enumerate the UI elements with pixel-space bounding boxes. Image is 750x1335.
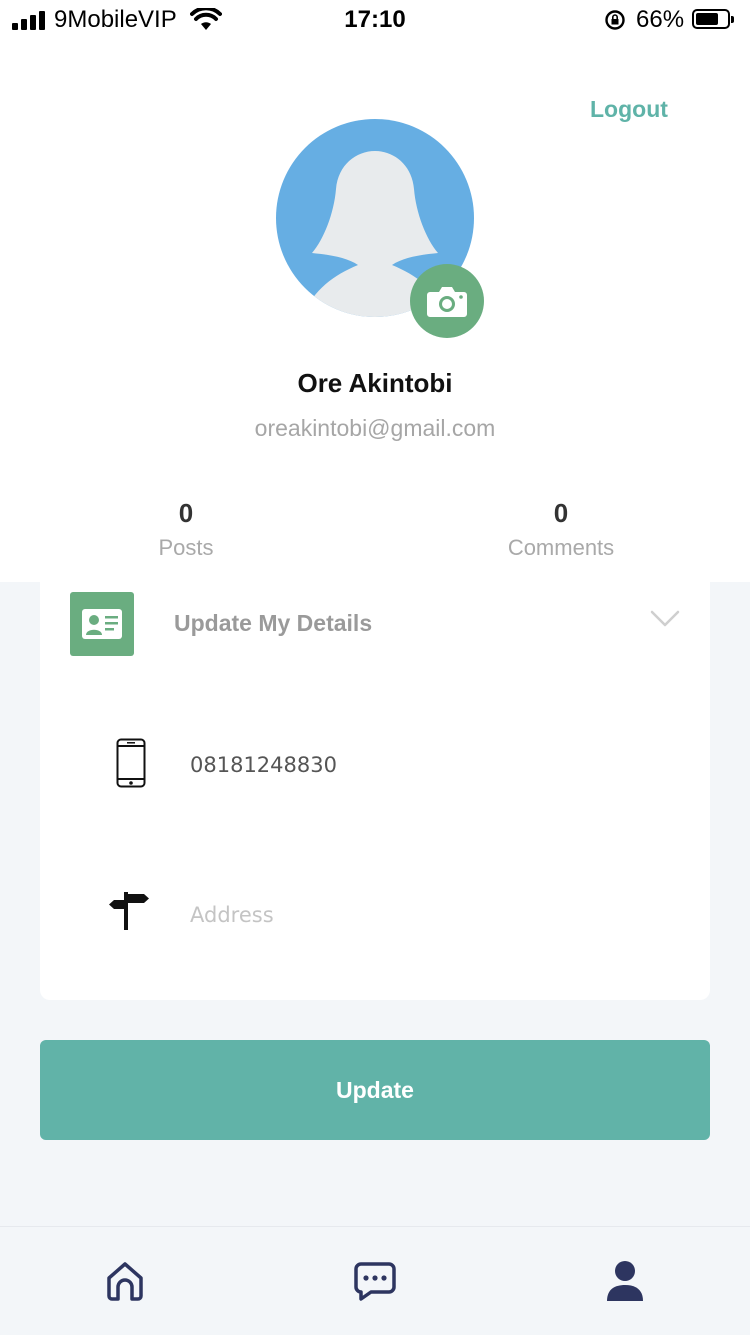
comments-label: Comments — [507, 535, 615, 560]
bottom-nav — [0, 1226, 750, 1335]
nav-profile[interactable] — [601, 1257, 649, 1305]
home-icon — [107, 1262, 143, 1301]
nav-messages[interactable] — [351, 1257, 399, 1305]
phone-field[interactable] — [190, 748, 650, 782]
user-icon — [607, 1261, 643, 1301]
chevron-down-icon[interactable] — [650, 610, 680, 628]
id-card-icon — [70, 592, 134, 656]
user-name: Ore Akintobi — [297, 368, 453, 398]
change-photo-button[interactable] — [410, 264, 484, 338]
nav-home[interactable] — [101, 1257, 149, 1305]
battery-icon — [692, 9, 734, 29]
update-details-title: Update My Details — [174, 610, 373, 636]
posts-stat: 0 Posts — [66, 498, 306, 561]
signpost-icon — [109, 892, 149, 930]
profile-header: Logout Ore Akintobi oreakintobi@gmail.co… — [0, 40, 750, 582]
logout-link[interactable]: Logout — [590, 96, 668, 123]
user-email: oreakintobi@gmail.com — [254, 415, 496, 441]
comments-stat: 0 Comments — [441, 498, 681, 561]
battery-percent: 66% — [636, 6, 685, 33]
camera-icon — [427, 287, 467, 317]
rotation-lock-icon — [605, 10, 625, 30]
address-field[interactable] — [190, 898, 650, 932]
posts-label: Posts — [158, 535, 214, 560]
details-card: Update My Details — [40, 582, 710, 1000]
chat-icon — [354, 1262, 396, 1301]
phone-icon — [116, 738, 146, 788]
comments-count: 0 — [553, 498, 569, 528]
status-bar: 9MobileVIP 17:10 66% — [0, 0, 750, 40]
posts-count: 0 — [178, 498, 194, 528]
update-button[interactable]: Update — [40, 1040, 710, 1140]
